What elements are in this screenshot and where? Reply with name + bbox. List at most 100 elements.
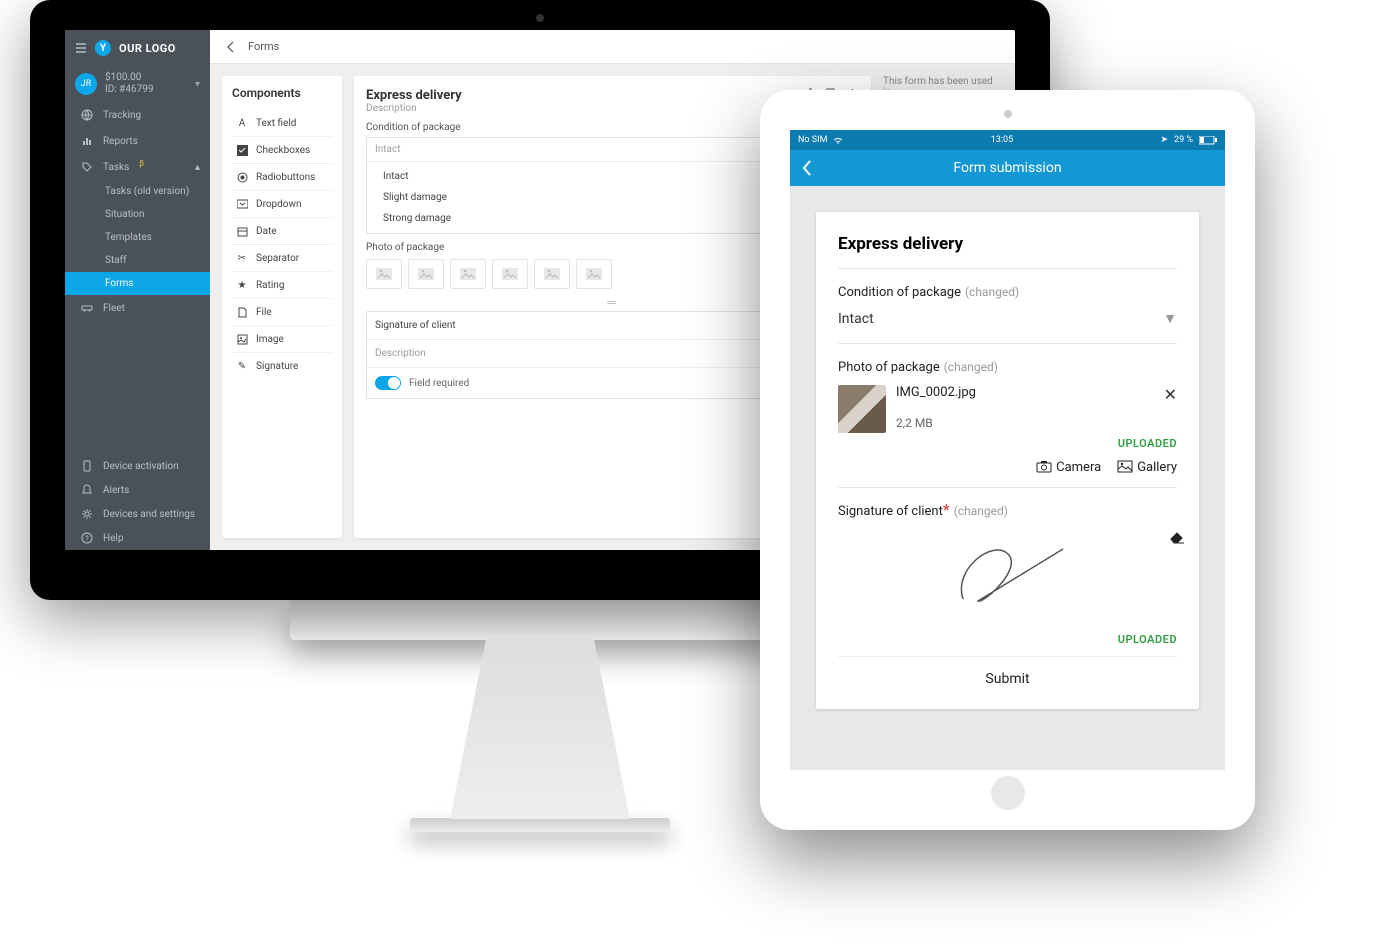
component-radiobuttons[interactable]: Radiobuttons: [232, 164, 332, 191]
nav-title: Form submission: [790, 160, 1225, 176]
component-dropdown[interactable]: Dropdown: [232, 191, 332, 218]
sidebar-item-help[interactable]: ? Help: [65, 526, 210, 550]
bell-icon: [81, 484, 93, 496]
device-icon: [81, 460, 93, 472]
avatar: JR: [75, 73, 97, 95]
form-title[interactable]: Express delivery: [366, 88, 804, 103]
file-size: 2,2 MB: [896, 416, 976, 430]
component-rating[interactable]: ★Rating: [232, 272, 332, 299]
star-icon: ★: [236, 279, 248, 291]
condition-label: Condition of package: [838, 285, 961, 300]
sidebar-item-settings[interactable]: Devices and settings: [65, 502, 210, 526]
sidebar-item-reports[interactable]: Reports: [65, 128, 210, 154]
components-panel: Components AText field Checkboxes Radiob…: [222, 76, 342, 538]
signature-label: Signature of client: [838, 504, 943, 519]
battery-icon: [1199, 136, 1217, 145]
component-separator[interactable]: ✂Separator: [232, 245, 332, 272]
form-description[interactable]: Description: [366, 103, 804, 114]
sidebar-label: Alerts: [103, 485, 129, 496]
checkbox-icon: [236, 144, 248, 156]
camera-button[interactable]: Camera: [1036, 460, 1101, 475]
sidebar-item-activation[interactable]: Device activation: [65, 454, 210, 478]
globe-icon: [81, 109, 93, 121]
photo-thumbnail[interactable]: [838, 385, 886, 433]
component-checkboxes[interactable]: Checkboxes: [232, 137, 332, 164]
required-toggle[interactable]: [375, 376, 401, 390]
tablet-device: No SIM 13:05 ➤ 29 % Form submission Expr…: [760, 90, 1255, 830]
component-text-field[interactable]: AText field: [232, 110, 332, 137]
calendar-icon: [236, 225, 248, 237]
photo-slot[interactable]: [534, 259, 570, 289]
component-file[interactable]: File: [232, 299, 332, 326]
sidebar-label: Reports: [103, 136, 138, 147]
chevron-down-icon: ▾: [195, 79, 200, 90]
form-card: Express delivery Condition of package (c…: [816, 212, 1199, 709]
file-row: IMG_0002.jpg 2,2 MB ✕: [838, 385, 1177, 433]
svg-text:?: ?: [85, 535, 89, 543]
card-title: Express delivery: [838, 234, 1177, 254]
back-icon[interactable]: [800, 158, 814, 178]
back-icon[interactable]: [224, 40, 238, 54]
nav-bar: Form submission: [790, 150, 1225, 186]
status-bar: No SIM 13:05 ➤ 29 %: [790, 130, 1225, 150]
photo-slot[interactable]: [366, 259, 402, 289]
component-date[interactable]: Date: [232, 218, 332, 245]
help-icon: ?: [81, 532, 93, 544]
chevron-down-icon: ▼: [1163, 310, 1177, 327]
chevron-up-icon: ▴: [195, 162, 200, 173]
sidebar-item-tracking[interactable]: Tracking: [65, 102, 210, 128]
changed-badge: (changed): [965, 285, 1019, 299]
submit-button[interactable]: Submit: [838, 656, 1177, 687]
sidebar-label: Help: [103, 533, 123, 544]
wifi-icon: [833, 136, 843, 144]
account-id: ID: #46799: [105, 84, 153, 96]
photo-slot[interactable]: [450, 259, 486, 289]
logo-badge: Y: [95, 40, 111, 56]
sidebar-item-tasks-old[interactable]: Tasks (old version): [65, 180, 210, 203]
gear-icon: [81, 508, 93, 520]
changed-badge: (changed): [944, 360, 998, 374]
location-icon: ➤: [1161, 135, 1169, 145]
signature-label: Signature of client: [375, 320, 456, 331]
photo-slot[interactable]: [408, 259, 444, 289]
gallery-button[interactable]: Gallery: [1117, 460, 1177, 475]
home-button[interactable]: [991, 776, 1025, 810]
component-signature[interactable]: ✎Signature: [232, 353, 332, 379]
sidebar-label: Tracking: [103, 110, 141, 121]
changed-badge: (changed): [954, 504, 1008, 518]
sidebar-item-fleet[interactable]: Fleet: [65, 295, 210, 321]
sidebar-item-templates[interactable]: Templates: [65, 226, 210, 249]
car-icon: [81, 302, 93, 314]
sidebar-item-situation[interactable]: Situation: [65, 203, 210, 226]
photo-label: Photo of package: [838, 360, 940, 375]
components-title: Components: [232, 86, 332, 100]
clock: 13:05: [849, 135, 1154, 145]
dropdown-icon: [236, 198, 248, 210]
text-icon: A: [236, 117, 248, 129]
condition-select[interactable]: Intact ▼: [838, 300, 1177, 331]
account-balance: $100.00: [105, 72, 153, 84]
image-icon: [236, 333, 248, 345]
sidebar-item-tasks[interactable]: Tasks β ▴: [65, 154, 210, 180]
battery-label: 29 %: [1174, 135, 1193, 145]
sidebar: Y OUR LOGO JR $100.00 ID: #46799 ▾ Track…: [65, 30, 210, 550]
scissors-icon: ✂: [236, 252, 248, 264]
account-selector[interactable]: JR $100.00 ID: #46799 ▾: [65, 66, 210, 102]
photo-slot[interactable]: [492, 259, 528, 289]
chart-icon: [81, 135, 93, 147]
photo-slot[interactable]: [576, 259, 612, 289]
sidebar-item-staff[interactable]: Staff: [65, 249, 210, 272]
tag-icon: [81, 161, 93, 173]
topbar: Forms: [210, 30, 1015, 64]
menu-icon[interactable]: [75, 42, 87, 54]
sidebar-item-alerts[interactable]: Alerts: [65, 478, 210, 502]
sidebar-label: Devices and settings: [103, 509, 195, 520]
file-name: IMG_0002.jpg: [896, 385, 976, 400]
breadcrumb[interactable]: Forms: [248, 40, 279, 53]
required-mark: *: [943, 500, 950, 519]
component-image[interactable]: Image: [232, 326, 332, 353]
pen-icon: ✎: [236, 360, 248, 372]
signature-canvas[interactable]: [838, 529, 1177, 629]
remove-file-icon[interactable]: ✕: [1164, 385, 1177, 404]
sidebar-item-forms[interactable]: Forms: [65, 272, 210, 295]
